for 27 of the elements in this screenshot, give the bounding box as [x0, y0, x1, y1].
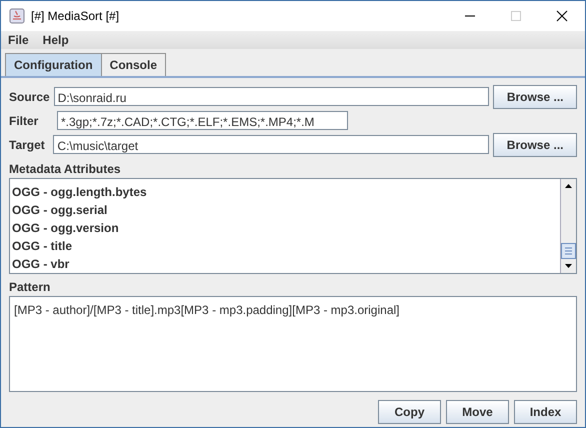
tab[interactable]: Console — [100, 53, 166, 76]
field-label: Filter — [9, 112, 40, 130]
list-item[interactable]: OGG - ogg.length.bytes — [12, 183, 560, 201]
scrollbar[interactable] — [560, 179, 576, 273]
section-label: Metadata Attributes — [9, 161, 122, 178]
section-label: Pattern — [9, 279, 52, 296]
menu-item[interactable]: Help — [42, 31, 69, 49]
browse-button[interactable]: Browse ... — [493, 84, 577, 108]
pattern-field[interactable]: [MP3 - author]/[MP3 - title].mp3[MP3 - mp3.padding][MP3 - mp3.original] — [9, 296, 577, 392]
tab[interactable]: Configuration — [5, 53, 102, 76]
app-icon — [9, 8, 25, 24]
list-item[interactable]: OGG - title — [12, 237, 560, 255]
action-button[interactable]: Copy — [378, 400, 441, 424]
scroll-thumb[interactable] — [561, 243, 576, 259]
input-field[interactable]: C:\music\target — [53, 135, 490, 154]
input-field[interactable]: D:\sonraid.ru — [54, 87, 490, 106]
browse-button[interactable]: Browse ... — [493, 132, 577, 156]
list-item[interactable]: OGG - ogg.version — [12, 219, 560, 237]
field-label: Source — [9, 88, 50, 106]
list-item[interactable]: OGG - vbr — [12, 255, 560, 273]
action-button[interactable]: Move — [446, 400, 509, 424]
field-label: Target — [9, 136, 46, 154]
action-button[interactable]: Index — [514, 400, 577, 424]
window-title: [#] MediaSort [#] — [31, 8, 120, 25]
input-field[interactable]: *.3gp;*.7z;*.CAD;*.CTG;*.ELF;*.EMS;*.MP4;*.M — [57, 111, 348, 130]
menu-item[interactable]: File — [8, 31, 29, 49]
list-item[interactable]: OGG - ogg.serial — [12, 201, 560, 219]
